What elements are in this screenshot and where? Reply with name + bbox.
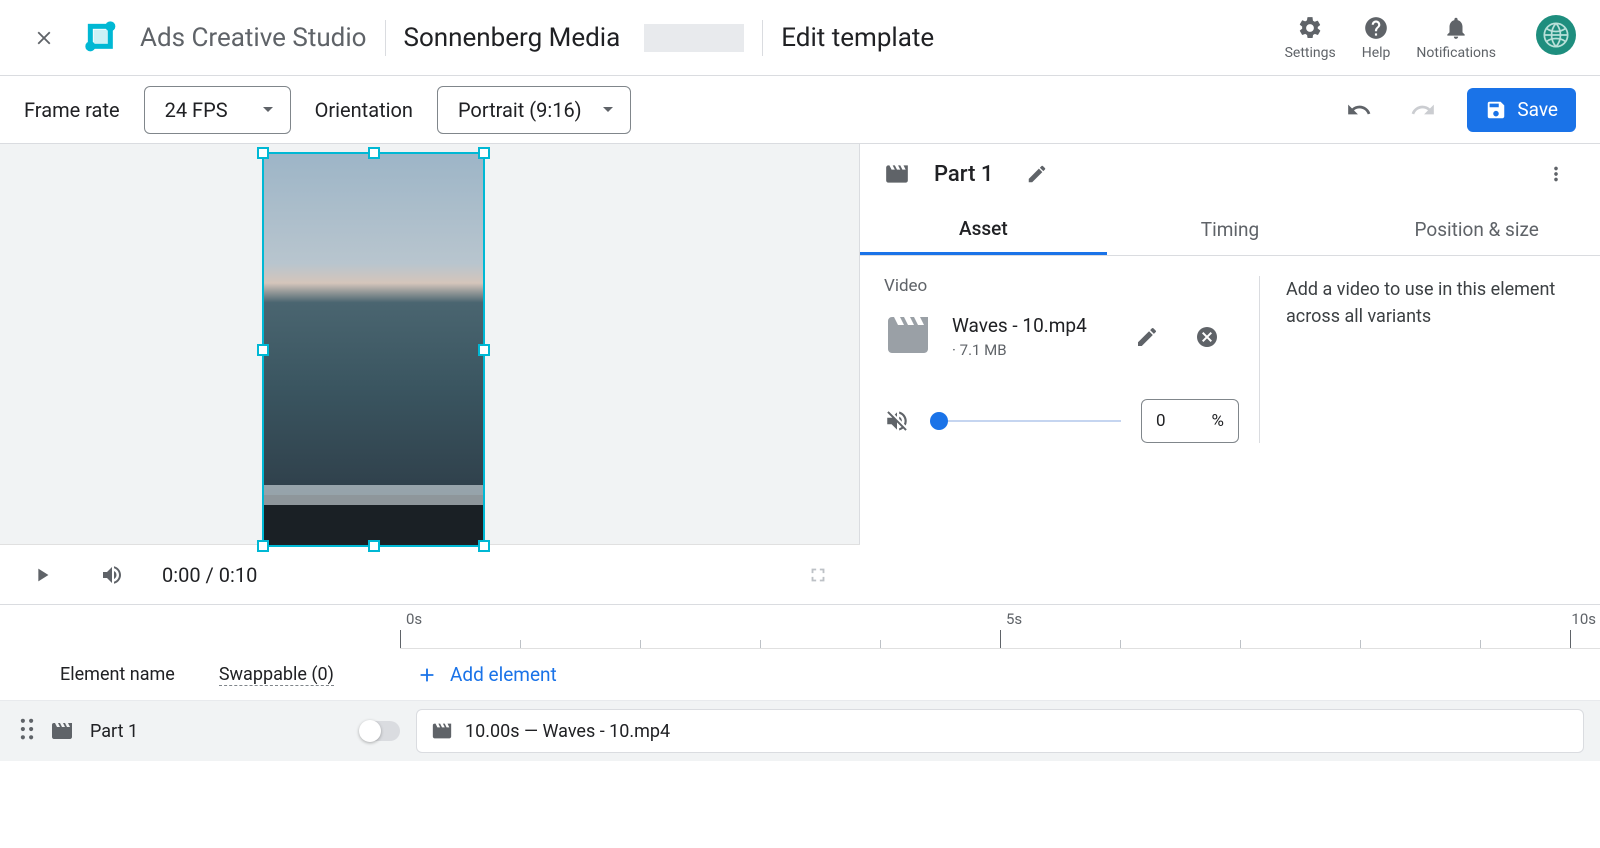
side-panel: Part 1 Asset Timing Position & size Vide… bbox=[860, 144, 1600, 604]
resize-handle[interactable] bbox=[368, 147, 380, 159]
close-icon bbox=[33, 27, 55, 49]
volume-icon bbox=[100, 563, 124, 587]
drag-icon bbox=[20, 718, 34, 740]
save-icon bbox=[1485, 99, 1507, 121]
play-button[interactable] bbox=[22, 555, 62, 595]
slider-knob[interactable] bbox=[930, 412, 948, 430]
help-button[interactable]: Help bbox=[1362, 15, 1391, 61]
resize-handle[interactable] bbox=[478, 147, 490, 159]
user-avatar[interactable] bbox=[1536, 15, 1576, 55]
volume-button[interactable] bbox=[92, 555, 132, 595]
clapperboard-icon bbox=[50, 719, 74, 743]
frame-rate-select[interactable]: 24 FPS bbox=[144, 86, 291, 134]
gear-icon bbox=[1297, 15, 1323, 41]
swappable-toggle[interactable] bbox=[360, 721, 400, 741]
redacted-block bbox=[644, 24, 744, 52]
more-vert-icon bbox=[1545, 163, 1567, 185]
clapperboard-icon bbox=[431, 720, 453, 742]
volume-input[interactable]: 0 % bbox=[1141, 399, 1239, 443]
add-element-button[interactable]: Add element bbox=[400, 663, 557, 686]
resize-handle[interactable] bbox=[478, 540, 490, 552]
top-header: Ads Creative Studio Sonnenberg Media Edi… bbox=[0, 0, 1600, 76]
resize-handle[interactable] bbox=[257, 147, 269, 159]
globe-icon bbox=[1542, 21, 1570, 49]
resize-handle[interactable] bbox=[368, 540, 380, 552]
clapperboard-icon bbox=[884, 161, 910, 187]
asset-filesize: · 7.1 MB bbox=[952, 341, 1087, 359]
resize-handle[interactable] bbox=[478, 344, 490, 356]
asset-filename: Waves - 10.mp4 bbox=[952, 314, 1087, 337]
frame-rate-label: Frame rate bbox=[24, 98, 120, 122]
play-icon bbox=[31, 564, 53, 586]
close-button[interactable] bbox=[24, 18, 64, 58]
workspace-name[interactable]: Sonnenberg Media bbox=[404, 23, 621, 53]
volume-muted-icon bbox=[884, 408, 910, 434]
edit-part-button[interactable] bbox=[1017, 154, 1057, 194]
playback-time: 0:00 / 0:10 bbox=[162, 563, 257, 587]
orientation-label: Orientation bbox=[315, 98, 413, 122]
undo-icon bbox=[1346, 97, 1372, 123]
chevron-down-icon bbox=[262, 106, 274, 114]
volume-slider[interactable] bbox=[930, 420, 1121, 422]
tab-timing[interactable]: Timing bbox=[1107, 204, 1354, 255]
toolbar: Frame rate 24 FPS Orientation Portrait (… bbox=[0, 76, 1600, 144]
tab-position[interactable]: Position & size bbox=[1353, 204, 1600, 255]
undo-button[interactable] bbox=[1339, 90, 1379, 130]
divider bbox=[385, 20, 386, 56]
redo-button[interactable] bbox=[1403, 90, 1443, 130]
resize-handle[interactable] bbox=[257, 540, 269, 552]
more-button[interactable] bbox=[1536, 154, 1576, 194]
canvas-frame[interactable] bbox=[262, 152, 485, 547]
bell-icon bbox=[1443, 15, 1469, 41]
divider bbox=[762, 20, 763, 56]
canvas-area[interactable] bbox=[0, 144, 860, 544]
remove-asset-button[interactable] bbox=[1187, 317, 1227, 357]
app-title: Ads Creative Studio bbox=[140, 23, 367, 53]
resize-handle[interactable] bbox=[257, 344, 269, 356]
redo-icon bbox=[1410, 97, 1436, 123]
orientation-select[interactable]: Portrait (9:16) bbox=[437, 86, 631, 134]
track-row: Part 1 10.00s — Waves - 10.mp4 bbox=[0, 701, 1600, 761]
element-name-header: Element name bbox=[60, 664, 175, 685]
asset-hint: Add a video to use in this element acros… bbox=[1286, 276, 1576, 443]
tab-asset[interactable]: Asset bbox=[860, 204, 1107, 255]
tabs: Asset Timing Position & size bbox=[860, 204, 1600, 256]
cancel-circle-icon bbox=[1195, 325, 1219, 349]
settings-button[interactable]: Settings bbox=[1285, 15, 1336, 61]
timeline: 0s 5s 10s Element name Swappable (0) Add… bbox=[0, 604, 1600, 761]
plus-icon bbox=[416, 664, 438, 686]
timeline-clip[interactable]: 10.00s — Waves - 10.mp4 bbox=[416, 709, 1584, 753]
clapperboard-icon bbox=[884, 316, 932, 358]
pencil-icon bbox=[1135, 325, 1159, 349]
fullscreen-icon bbox=[807, 564, 829, 586]
playback-bar: 0:00 / 0:10 bbox=[0, 544, 860, 604]
save-button[interactable]: Save bbox=[1467, 88, 1576, 132]
app-logo-icon bbox=[82, 18, 122, 58]
video-preview bbox=[264, 154, 483, 545]
pencil-icon bbox=[1026, 163, 1048, 185]
chevron-down-icon bbox=[602, 106, 614, 114]
drag-handle[interactable] bbox=[20, 718, 34, 744]
track-name: Part 1 bbox=[90, 721, 138, 742]
timeline-ruler[interactable]: 0s 5s 10s bbox=[400, 605, 1600, 649]
help-icon bbox=[1363, 15, 1389, 41]
notifications-button[interactable]: Notifications bbox=[1416, 15, 1496, 61]
breadcrumb: Edit template bbox=[781, 23, 934, 53]
fullscreen-button[interactable] bbox=[798, 555, 838, 595]
edit-asset-button[interactable] bbox=[1127, 317, 1167, 357]
part-title: Part 1 bbox=[934, 162, 993, 187]
section-title: Video bbox=[884, 276, 1239, 296]
swappable-header[interactable]: Swappable (0) bbox=[219, 664, 334, 686]
